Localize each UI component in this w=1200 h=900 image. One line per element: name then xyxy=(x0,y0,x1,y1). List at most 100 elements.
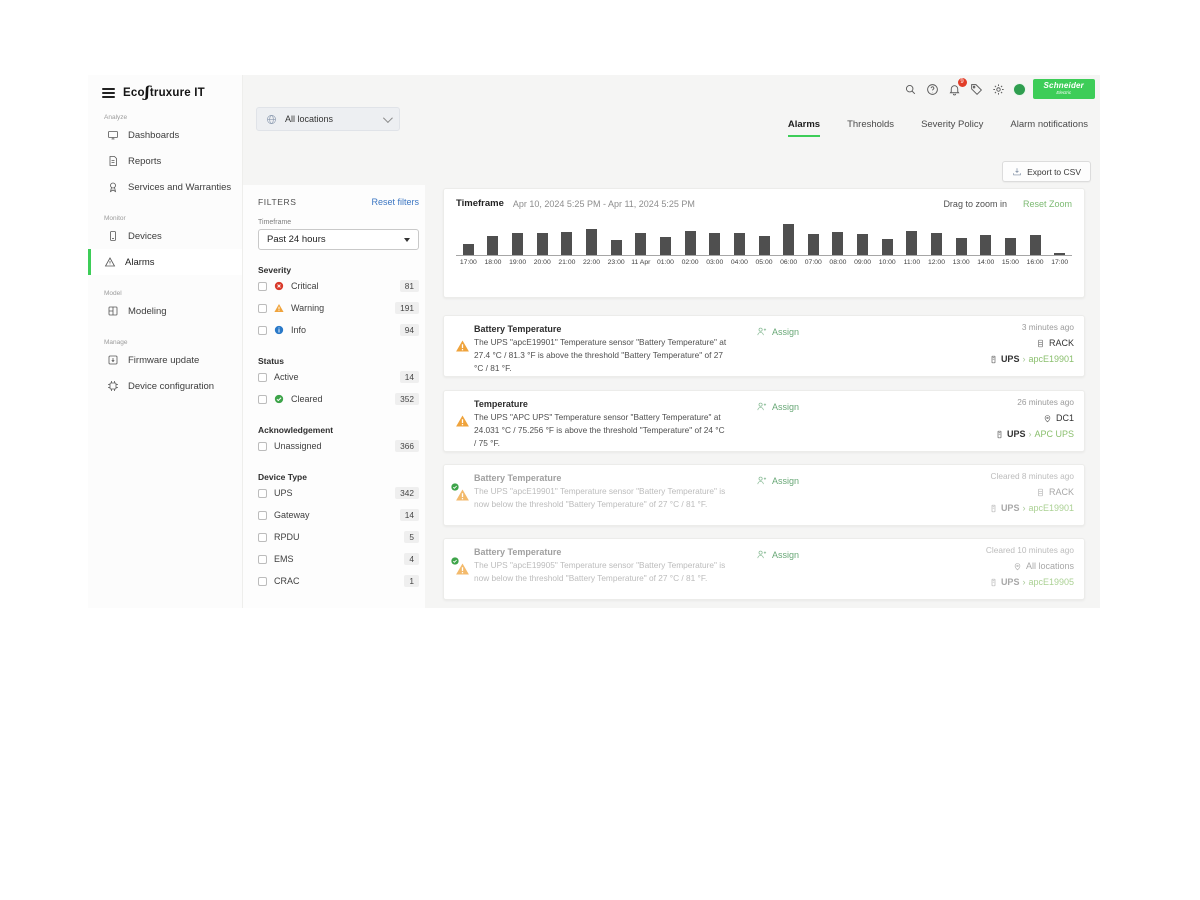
sidebar-item-modeling[interactable]: Modeling xyxy=(88,298,242,324)
chart-bar xyxy=(752,236,777,255)
alarm-description: The UPS "apcE19901" Temperature sensor "… xyxy=(474,336,728,375)
filter-option-critical[interactable]: Critical 81 xyxy=(258,275,419,297)
tab-severity-policy[interactable]: Severity Policy xyxy=(921,119,983,137)
filter-option-gateway[interactable]: Gateway 14 xyxy=(258,504,419,526)
user-avatar[interactable] xyxy=(1013,83,1026,96)
filter-option-warning[interactable]: Warning 191 xyxy=(258,297,419,319)
sidebar-item-dashboards[interactable]: Dashboards xyxy=(88,122,242,148)
gear-icon[interactable] xyxy=(991,82,1006,97)
checkbox[interactable] xyxy=(258,442,267,451)
device-link[interactable]: APC UPS xyxy=(1034,429,1074,439)
location-selector[interactable]: All locations xyxy=(256,107,400,131)
assign-person-icon xyxy=(756,326,767,337)
checkbox[interactable] xyxy=(258,511,267,520)
chart-bar xyxy=(505,233,530,255)
checkbox[interactable] xyxy=(258,282,267,291)
alarm-location: DC1 xyxy=(995,413,1074,423)
filter-option-unassigned[interactable]: Unassigned 366 xyxy=(258,435,419,457)
chart-bar xyxy=(1023,235,1048,255)
sidebar-item-firmware-update[interactable]: Firmware update xyxy=(88,347,242,373)
x-tick-label: 22:00 xyxy=(579,259,604,266)
device-type-label: UPS xyxy=(1007,429,1026,439)
checkbox[interactable] xyxy=(258,304,267,313)
alarm-location-label: DC1 xyxy=(1056,413,1074,423)
device-link[interactable]: apcE19905 xyxy=(1028,577,1074,587)
breadcrumb-chevron: › xyxy=(1022,577,1025,587)
assign-button[interactable]: Assign xyxy=(756,401,799,412)
brand-line2: Electric xyxy=(1044,91,1084,96)
alarm-card[interactable]: Battery Temperature The UPS "apcE19901" … xyxy=(443,315,1085,377)
x-tick-label: 07:00 xyxy=(801,259,826,266)
caret-down-icon xyxy=(404,238,410,242)
sidebar-item-reports[interactable]: Reports xyxy=(88,148,242,174)
reset-filters-link[interactable]: Reset filters xyxy=(371,197,419,207)
filter-option-ups[interactable]: UPS 342 xyxy=(258,482,419,504)
services-icon xyxy=(107,181,119,193)
x-tick-label: 05:00 xyxy=(752,259,777,266)
filter-option-label: Info xyxy=(291,325,306,335)
checkbox[interactable] xyxy=(258,373,267,382)
checkbox[interactable] xyxy=(258,533,267,542)
alarm-card[interactable]: Temperature The UPS "APC UPS" Temperatur… xyxy=(443,390,1085,452)
assign-person-icon xyxy=(756,401,767,412)
help-icon[interactable] xyxy=(925,82,940,97)
tab-alarm-notifications[interactable]: Alarm notifications xyxy=(1010,119,1088,137)
device-link[interactable]: apcE19901 xyxy=(1028,503,1074,513)
timeframe-title: Timeframe xyxy=(456,198,504,209)
alarm-card[interactable]: Battery Temperature The UPS "apcE19901" … xyxy=(443,464,1085,526)
chart-bar xyxy=(481,236,506,255)
tab-alarms[interactable]: Alarms xyxy=(788,119,820,137)
nav-section-manage: Manage xyxy=(104,339,242,346)
sidebar-item-label: Alarms xyxy=(125,257,155,268)
alarm-location: All locations xyxy=(986,561,1074,571)
filter-option-active[interactable]: Active 14 xyxy=(258,366,419,388)
export-to-csv-button[interactable]: Export to CSV xyxy=(1002,161,1091,182)
download-icon xyxy=(1012,167,1022,177)
filter-option-crac[interactable]: CRAC 1 xyxy=(258,570,419,592)
top-icon-bar: 9 Schneider Electric xyxy=(903,77,1095,101)
filter-group-status: Status xyxy=(258,356,419,366)
tag-icon[interactable] xyxy=(969,82,984,97)
device-link[interactable]: apcE19901 xyxy=(1028,354,1074,364)
filter-option-label: Gateway xyxy=(274,510,310,520)
reset-zoom-link[interactable]: Reset Zoom xyxy=(1023,199,1072,209)
bell-icon[interactable]: 9 xyxy=(947,82,962,97)
alarm-location-label: All locations xyxy=(1026,561,1074,571)
chart-bar xyxy=(949,238,974,255)
assign-button[interactable]: Assign xyxy=(756,549,799,560)
filter-option-info[interactable]: Info 94 xyxy=(258,319,419,341)
filter-count-badge: 1 xyxy=(404,575,419,587)
filter-option-ems[interactable]: EMS 4 xyxy=(258,548,419,570)
filter-group-severity: Severity xyxy=(258,265,419,275)
alarm-histogram[interactable]: 17:0018:0019:0020:0021:0022:0023:0011 Ap… xyxy=(456,219,1072,266)
alarm-card[interactable]: Battery Temperature The UPS "apcE19905" … xyxy=(443,538,1085,600)
chart-bar xyxy=(826,232,851,255)
checkbox[interactable] xyxy=(258,577,267,586)
search-icon[interactable] xyxy=(903,82,918,97)
checkbox[interactable] xyxy=(258,326,267,335)
sidebar-item-label: Reports xyxy=(128,156,161,167)
assign-button[interactable]: Assign xyxy=(756,326,799,337)
menu-icon[interactable] xyxy=(102,88,115,98)
schneider-logo[interactable]: Schneider Electric xyxy=(1033,79,1095,99)
timeframe-select[interactable]: Past 24 hours xyxy=(258,229,419,250)
x-tick-label: 13:00 xyxy=(949,259,974,266)
checkbox[interactable] xyxy=(258,395,267,404)
chart-bar xyxy=(924,233,949,255)
sidebar-item-label: Modeling xyxy=(128,306,167,317)
logo-glyph: ʃ xyxy=(145,83,150,101)
checkbox[interactable] xyxy=(258,555,267,564)
sidebar-item-label: Firmware update xyxy=(128,355,199,366)
alarm-location: RACK xyxy=(989,487,1074,497)
sidebar-item-devices[interactable]: Devices xyxy=(88,223,242,249)
sidebar-item-alarms[interactable]: Alarms xyxy=(88,249,242,275)
sidebar-item-device-configuration[interactable]: Device configuration xyxy=(88,373,242,399)
filter-option-cleared[interactable]: Cleared 352 xyxy=(258,388,419,410)
pin-icon xyxy=(1043,414,1052,423)
filter-option-rpdu[interactable]: RPDU 5 xyxy=(258,526,419,548)
assign-button[interactable]: Assign xyxy=(756,475,799,486)
sidebar-item-label: Devices xyxy=(128,231,162,242)
sidebar-item-services-warranties[interactable]: Services and Warranties xyxy=(88,174,242,200)
tab-thresholds[interactable]: Thresholds xyxy=(847,119,894,137)
checkbox[interactable] xyxy=(258,489,267,498)
